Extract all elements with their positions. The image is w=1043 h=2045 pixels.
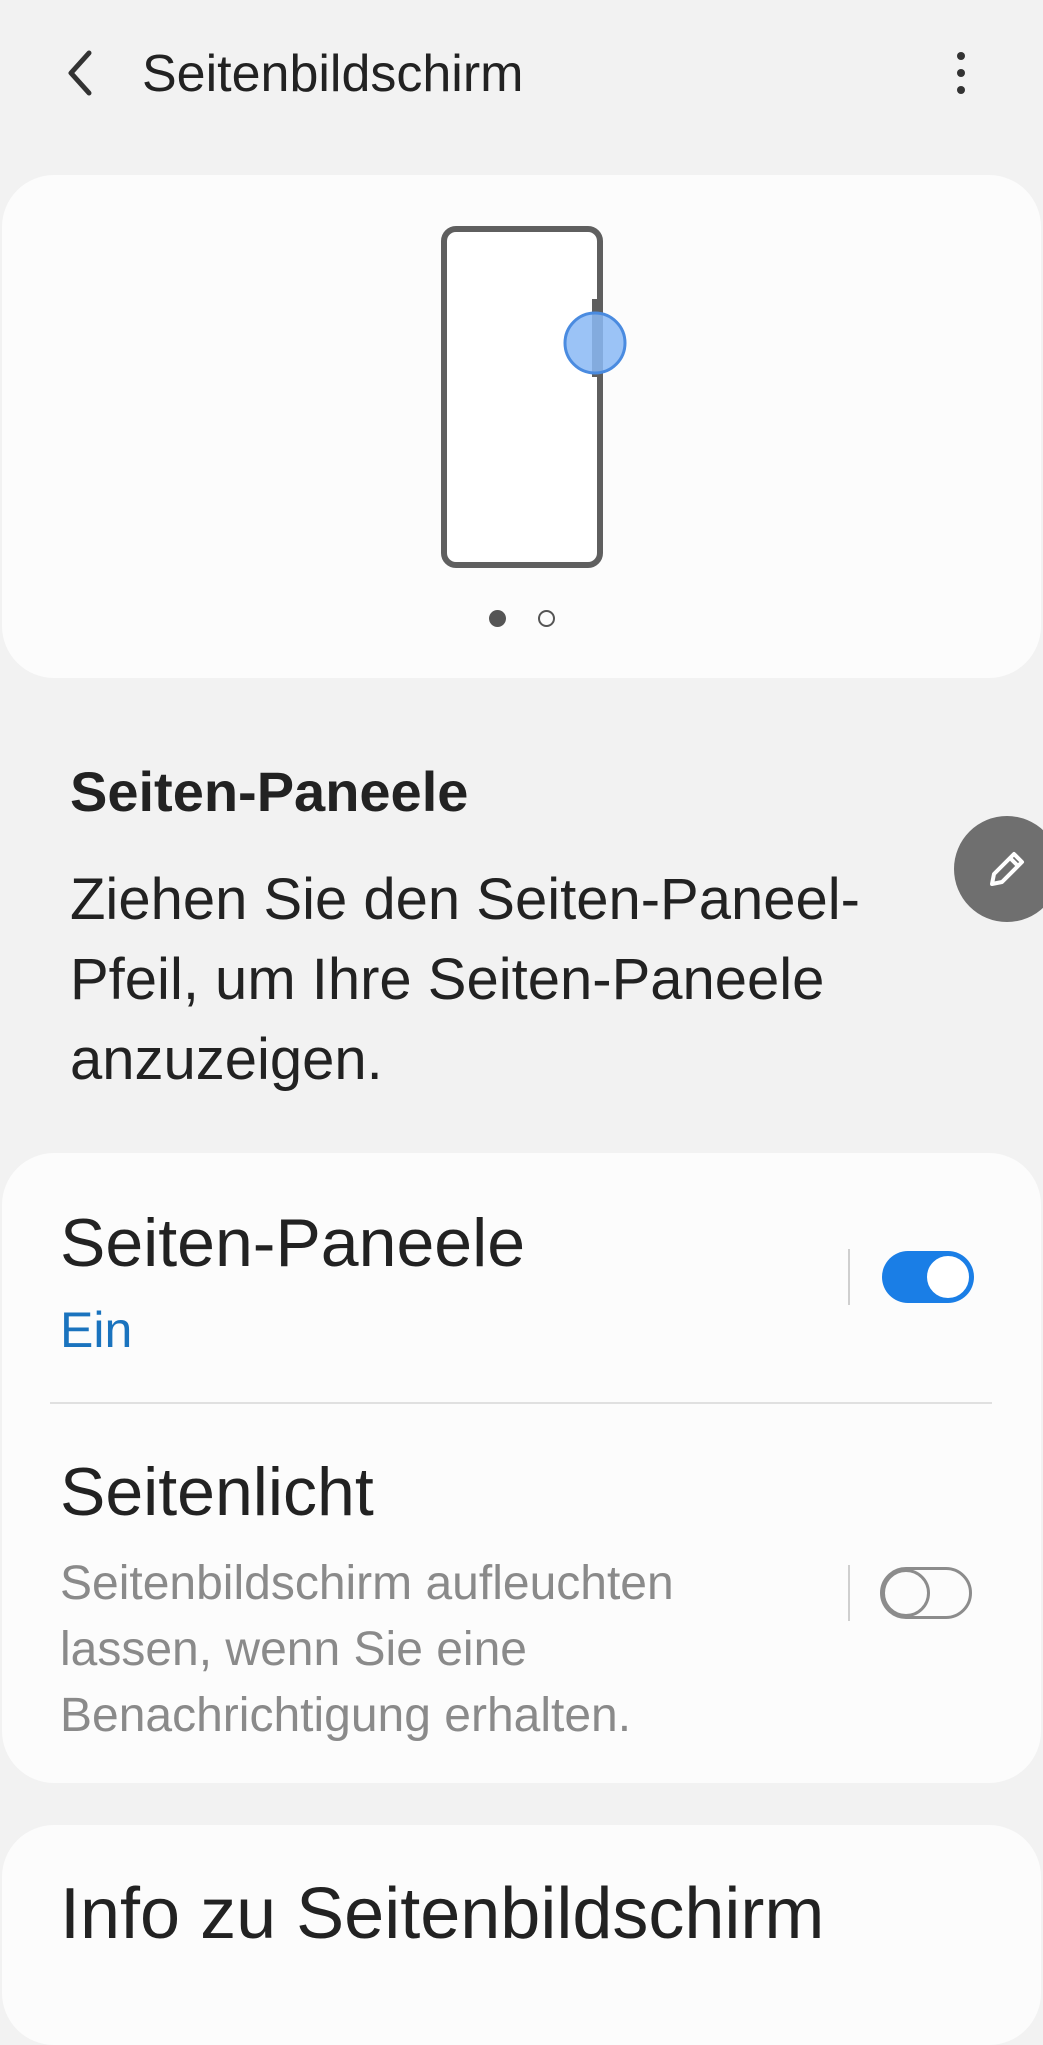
divider-vertical: [848, 1249, 850, 1305]
pager-dot-inactive[interactable]: [537, 610, 555, 627]
more-vertical-icon-dot: [957, 86, 965, 94]
edge-lighting-toggle[interactable]: [880, 1567, 972, 1619]
toggle-knob: [924, 1253, 972, 1301]
illustration-pager: [0, 610, 1043, 627]
setting-title: Seitenlicht: [60, 1454, 374, 1530]
back-button[interactable]: [50, 40, 110, 106]
description-body: Ziehen Sie den Seiten-Paneel-Pfeil, um I…: [70, 867, 860, 1092]
more-vertical-icon-dot: [957, 69, 965, 77]
side-panels-toggle[interactable]: [882, 1251, 974, 1303]
setting-description: Seitenbildschirm aufleuchten lassen, wen…: [60, 1557, 674, 1742]
pager-dot-active[interactable]: [488, 610, 506, 627]
divider-vertical: [848, 1565, 850, 1621]
setting-status: Ein: [60, 1302, 133, 1358]
phone-edge-handle-illustration: [441, 226, 627, 568]
edit-button[interactable]: [954, 816, 1043, 922]
toggle-knob: [882, 1569, 930, 1617]
illustration-card[interactable]: [2, 175, 1041, 678]
setting-title: Seiten-Paneele: [60, 1205, 526, 1281]
more-options-button[interactable]: [935, 40, 987, 106]
app-bar: Seitenbildschirm: [0, 0, 1043, 150]
info-title[interactable]: Info zu Seitenbildschirm: [60, 1872, 824, 1956]
description-heading: Seiten-Paneele: [70, 760, 469, 823]
page-title: Seitenbildschirm: [142, 45, 524, 103]
chevron-left-icon: [68, 50, 92, 96]
more-vertical-icon: [957, 52, 965, 60]
row-divider: [50, 1402, 992, 1404]
pencil-icon: [990, 852, 1024, 886]
